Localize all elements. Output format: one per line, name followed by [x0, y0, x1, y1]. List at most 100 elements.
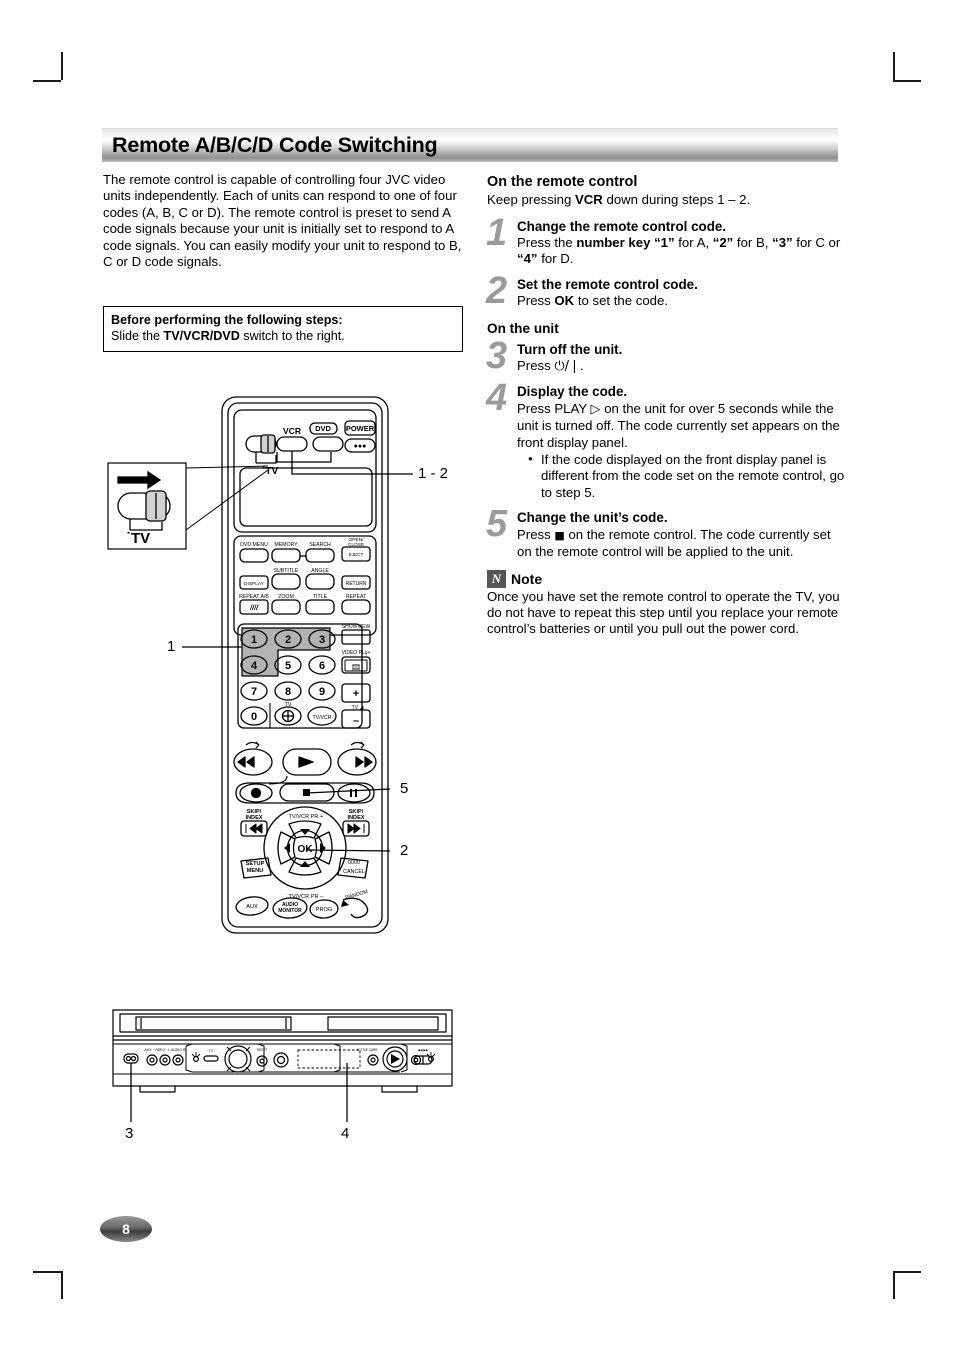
callout-5: 5	[400, 780, 409, 797]
remote-label-prog: PROG	[316, 907, 332, 913]
crop-mark-top-right-v	[893, 52, 895, 80]
remote-key-4: 4	[251, 660, 258, 672]
svg-text:◀◀ ▶▶: ◀◀ ▶▶	[418, 1048, 429, 1052]
remote-label-monitor: MONITOR	[278, 908, 302, 914]
remote-label-repeat-ab: REPEAT A/B	[239, 594, 269, 600]
stop-square-icon: ■	[554, 528, 565, 542]
remote-label-zoom: ZOOM	[278, 594, 294, 600]
remote-key-2: 2	[285, 634, 291, 646]
instructions-column: On the remote control Keep pressing VCR …	[486, 174, 847, 638]
remote-label-audio: AUDIO	[282, 902, 298, 908]
remote-label-title: TITLE	[313, 594, 328, 600]
remote-key-5: 5	[285, 660, 291, 672]
callout-4: 4	[341, 1125, 350, 1142]
remote-label-repeat-ab-glyph: ////	[249, 605, 259, 612]
remote-label-0000: 0000	[348, 860, 360, 866]
on-the-unit-heading: On the unit	[487, 320, 559, 336]
step-5: 5 Change the unit’s code. Press ■ on the…	[486, 504, 847, 560]
svg-text:ACTIVE CARE: ACTIVE CARE	[356, 1048, 377, 1052]
remote-label-vol-plus: +	[353, 688, 359, 700]
remote-label-repeat: REPEAT	[346, 594, 367, 600]
callout-2: 2	[400, 842, 409, 859]
remote-label-vol-minus: –	[353, 715, 359, 727]
step-number-5: 5	[486, 503, 508, 546]
keep-pressing-vcr-text: Keep pressing VCR down during steps 1 – …	[487, 192, 751, 207]
remote-label-dvd: DVD	[315, 424, 331, 433]
remote-label-pr-minus: ˙TV/VCR PR –	[287, 894, 324, 900]
crop-mark-bottom-right-h	[893, 1271, 921, 1273]
step-4-title: Display the code.	[517, 384, 628, 400]
remote-label-dvd-menu: DVD MENU	[240, 542, 268, 548]
remote-label-close: CLOSE	[348, 542, 364, 548]
note-header: N Note	[487, 569, 847, 588]
remote-label-showview: SHOWVIEW	[342, 624, 371, 630]
note-body: Once you have set the remote control to …	[487, 588, 840, 637]
remote-label-pr-plus: ˙TV/VCR PR +	[287, 814, 324, 820]
remote-label-tvvcr: TV/VCR	[312, 715, 331, 721]
remote-label-skip-prev-1: SKIP/	[247, 809, 262, 815]
crop-mark-bottom-left-h	[33, 1271, 61, 1273]
remote-label-return: RETURN	[346, 581, 367, 587]
step-number-3: 3	[486, 334, 508, 377]
callout-1: 1	[167, 638, 176, 655]
remote-label-vcr: VCR	[283, 426, 301, 436]
remote-label-videoplus-glyph: ▤	[352, 662, 361, 672]
step-number-1: 1	[486, 211, 508, 254]
note-label: Note	[511, 570, 543, 587]
crop-mark-bottom-right-v	[893, 1271, 895, 1299]
step-number-4: 4	[486, 377, 508, 420]
step-2-title: Set the remote control code.	[517, 276, 698, 292]
on-the-remote-control-heading: On the remote control	[487, 174, 638, 190]
step-2: 2 Set the remote control code. Press OK …	[486, 271, 847, 311]
remote-key-9: 9	[319, 686, 325, 698]
page-number-badge: 8	[100, 1216, 152, 1242]
remote-key-0: 0	[251, 711, 257, 723]
before-performing-box: Before performing the following steps: S…	[103, 306, 463, 352]
svg-text:RESET: RESET	[257, 1048, 268, 1052]
remote-label-power: POWER	[346, 424, 375, 433]
remote-label-random: RANDOM	[345, 889, 369, 901]
power-standby-icon: ⏻/❘	[554, 359, 580, 375]
note-badge-icon: N	[487, 569, 506, 588]
svg-text:AUX · VIDEO · L-AUDIO-R: AUX · VIDEO · L-AUDIO-R	[145, 1048, 186, 1052]
step-1: 1 Change the remote control code. Press …	[486, 213, 847, 268]
remote-label-vol-tv: ˙TV ◢	[350, 705, 363, 711]
step-3: 3 Turn off the unit. Press ⏻/❘.	[486, 336, 847, 376]
crop-mark-top-left-v	[61, 52, 63, 80]
callout-1-2: 1 - 2	[418, 465, 449, 482]
remote-label-setup: SETUP	[246, 861, 265, 867]
remote-label-ok: OK	[298, 844, 314, 855]
step-3-body: Press ⏻/❘.	[517, 358, 584, 375]
remote-label-skip-next-2: INDEX	[347, 815, 364, 821]
remote-label-memory: MEMORY	[274, 542, 298, 548]
remote-label-search: SEARCH	[309, 542, 331, 548]
remote-label-power-dots: ●●●	[354, 443, 367, 450]
step-1-title: Change the remote control code.	[517, 218, 727, 234]
step-2-body: Press OK to set the code.	[517, 293, 668, 309]
remote-label-menu: MENU	[247, 868, 263, 874]
svg-text:· TV ·: · TV ·	[207, 1049, 215, 1053]
callout-3: 3	[125, 1125, 134, 1142]
remote-label-display: DISPLAY	[244, 581, 265, 587]
tv-switch-callout-label: ˙TV	[126, 530, 150, 547]
remote-key-6: 6	[319, 660, 325, 672]
step-4-bullet-1: If the code displayed on the front displ…	[528, 451, 847, 501]
remote-label-skip-next-1: SKIP/	[349, 809, 364, 815]
step-4-bullets: If the code displayed on the front displ…	[517, 451, 847, 501]
step-4-body: Press PLAY ▷ on the unit for over 5 seco…	[517, 400, 840, 450]
remote-label-videoplus: VIDEO PLų+	[342, 650, 371, 656]
step-3-title: Turn off the unit.	[517, 341, 623, 357]
crop-mark-bottom-left-v	[61, 1271, 63, 1299]
remote-key-7: 7	[251, 686, 257, 698]
step-5-title: Change the unit’s code.	[517, 510, 668, 526]
remote-key-8: 8	[285, 686, 291, 698]
remote-label-aux: AUX	[246, 904, 258, 910]
before-performing-heading: Before performing the following steps:	[111, 313, 343, 327]
remote-label-tv-switch: ˙TV	[262, 466, 278, 477]
remote-label-open: OPEN/	[349, 537, 365, 543]
step-4: 4 Display the code. Press PLAY ▷ on the …	[486, 378, 847, 501]
step-5-body: Press ■ on the remote control. The code …	[517, 526, 831, 560]
intro-paragraph: The remote control is capable of control…	[103, 172, 462, 270]
page-title: Remote A/B/C/D Code Switching	[112, 133, 438, 157]
remote-label-tv-input: TV	[285, 702, 292, 708]
